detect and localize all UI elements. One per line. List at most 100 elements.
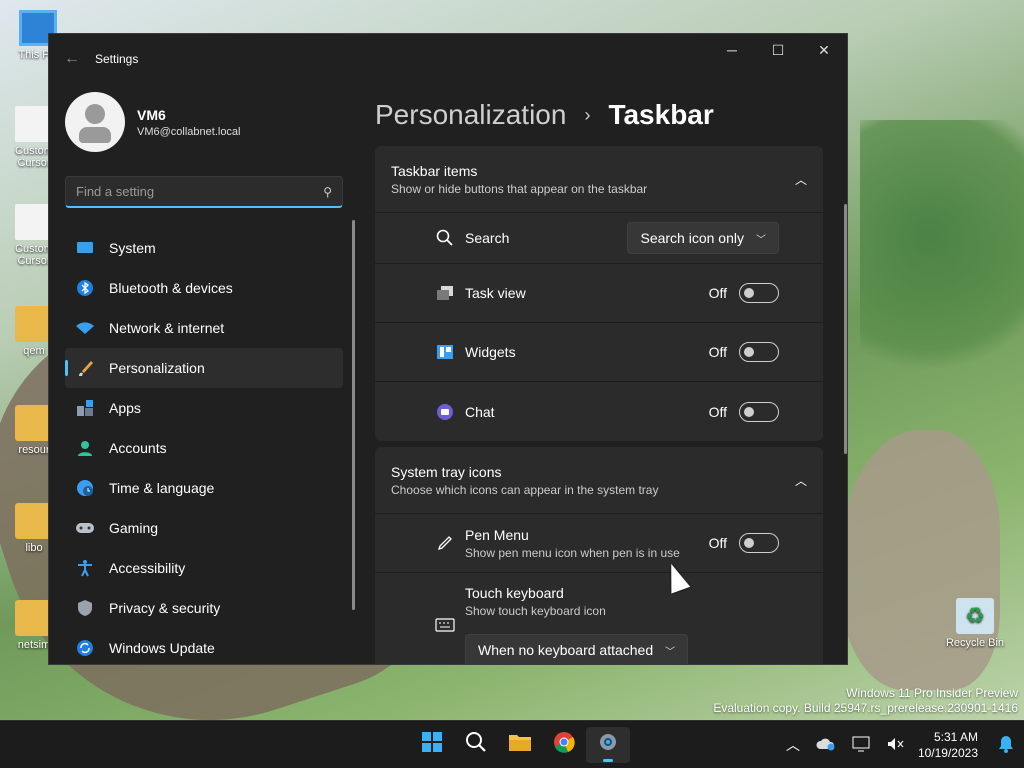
widgets-toggle[interactable] (739, 342, 779, 362)
file-explorer-button[interactable] (498, 727, 542, 763)
pen-icon (435, 533, 455, 553)
widgets-toggle-group: Off (709, 342, 779, 362)
sidebar-item-personalization[interactable]: Personalization (65, 348, 343, 388)
chevron-up-icon[interactable]: ︿ (795, 472, 807, 489)
toggle-state-text: Off (708, 344, 727, 360)
system-tray-section: System tray icons Choose which icons can… (375, 447, 823, 664)
section-title: System tray icons (391, 463, 502, 480)
start-button[interactable] (410, 727, 454, 763)
search-box: ⚲ (65, 176, 343, 208)
taskbar-items-section: Taskbar items Show or hide buttons that … (375, 146, 823, 441)
task-view-toggle[interactable] (739, 283, 779, 303)
chat-icon (435, 402, 455, 422)
system-tray: ︿ 5:31 AM 10/19/2023 (778, 721, 1014, 768)
search-input[interactable] (76, 184, 324, 199)
gamepad-icon (75, 518, 95, 538)
widgets-setting-row: Widgets Off (375, 323, 823, 382)
avatar (65, 92, 125, 152)
profile-name: VM6 (137, 106, 166, 123)
settings-button[interactable] (586, 727, 630, 763)
sidebar-item-windows-update[interactable]: Windows Update (65, 628, 343, 664)
chat-toggle[interactable] (739, 401, 779, 422)
pen-menu-toggle[interactable] (739, 533, 779, 553)
network-icon[interactable] (852, 736, 870, 755)
dropdown-value: Search icon only (640, 230, 744, 246)
task-view-setting-row: Task view Off (375, 264, 823, 323)
sidebar-item-network[interactable]: Network & internet (65, 308, 343, 348)
desktop-icon-label: libo (25, 542, 43, 554)
task-view-icon (435, 283, 455, 303)
breadcrumb-separator: › (584, 104, 591, 125)
sidebar-item-bluetooth[interactable]: Bluetooth & devices (65, 268, 343, 308)
watermark-line: Evaluation copy. Build 25947.rs_prerelea… (713, 701, 1018, 715)
back-arrow-icon[interactable]: ← (49, 50, 95, 68)
toggle-state-text: Off (708, 285, 727, 301)
touch-keyboard-dropdown[interactable]: When no keyboard attached ﹀ (465, 634, 689, 664)
sidebar-item-time-language[interactable]: Time & language (65, 468, 343, 508)
chevron-up-icon[interactable]: ︿ (795, 171, 807, 188)
profile-email: VM6@collabnet.local (137, 125, 241, 138)
bluetooth-icon (75, 278, 95, 298)
chrome-button[interactable] (542, 727, 586, 763)
person-icon (75, 438, 95, 458)
sidebar-item-label: Personalization (109, 360, 205, 376)
taskbar-items-header[interactable]: Taskbar items Show or hide buttons that … (375, 146, 823, 213)
accessibility-icon (75, 558, 95, 578)
breadcrumb-parent[interactable]: Personalization (375, 99, 566, 131)
pen-menu-description: Show pen menu icon when pen is in use (465, 545, 680, 560)
maximize-button[interactable]: ☐ (755, 34, 801, 66)
brush-icon (75, 358, 95, 378)
sidebar-item-label: Privacy & security (109, 600, 221, 616)
minimize-button[interactable]: ─ (709, 34, 755, 66)
search-icon[interactable]: ⚲ (323, 185, 332, 199)
touch-keyboard-setting-row: Touch keyboard Show touch keyboard icon … (375, 573, 823, 664)
sidebar-item-accessibility[interactable]: Accessibility (65, 548, 343, 588)
sidebar-item-label: Apps (109, 400, 141, 416)
close-button[interactable]: ✕ (801, 34, 847, 66)
chevron-down-icon: ﹀ (756, 234, 766, 246)
section-subtitle: Show or hide buttons that appear on the … (391, 181, 648, 196)
toggle-state-text: Off (708, 535, 727, 551)
system-tray-header[interactable]: System tray icons Choose which icons can… (375, 447, 823, 514)
onedrive-icon[interactable] (816, 737, 836, 754)
search-setting-row: Search Search icon only ﹀ (375, 213, 823, 264)
search-icon (435, 228, 455, 248)
page-title: Taskbar (608, 99, 714, 130)
globe-clock-icon (75, 478, 95, 498)
search-mode-dropdown[interactable]: Search icon only ﹀ (627, 222, 779, 254)
touch-keyboard-description: Show touch keyboard icon (465, 604, 606, 618)
search-button[interactable] (454, 727, 498, 763)
touch-keyboard-label: Touch keyboard (465, 585, 564, 601)
desktop-icon-label: resour (18, 444, 50, 456)
volume-muted-icon[interactable] (886, 736, 904, 755)
window-title: Settings (95, 52, 139, 66)
main-panel: Personalization › Taskbar Taskbar items … (375, 84, 847, 664)
desktop-icon-label: Recycle Bin (945, 637, 1005, 649)
recycle-bin-icon: ♻ (956, 598, 994, 634)
sidebar-item-label: System (109, 240, 156, 256)
search-label: Search (465, 230, 510, 246)
chat-toggle-group: Off (709, 401, 779, 422)
sidebar-item-label: Accounts (109, 440, 167, 456)
title-bar: ← Settings ─ ☐ ✕ (49, 34, 847, 84)
wifi-icon (75, 318, 95, 338)
clock[interactable]: 5:31 AM 10/19/2023 (918, 729, 978, 761)
chat-setting-row: Chat Off (375, 382, 823, 441)
watermark-line: Windows 11 Pro Insider Preview (846, 686, 1018, 700)
sidebar-item-system[interactable]: System (65, 228, 343, 268)
sidebar-item-label: Network & internet (109, 320, 225, 336)
clock-date: 10/19/2023 (917, 746, 978, 760)
sidebar-item-gaming[interactable]: Gaming (65, 508, 343, 548)
sidebar-item-privacy-security[interactable]: Privacy & security (65, 588, 343, 628)
desktop-icon-recycle-bin[interactable]: ♻ Recycle Bin (944, 598, 1006, 649)
main-scrollbar[interactable] (844, 204, 847, 454)
sidebar-scrollbar[interactable] (352, 220, 355, 610)
notification-bell-icon[interactable] (998, 735, 1014, 756)
taskbar-apps (410, 727, 630, 763)
desktop-icon-label: qem (23, 345, 45, 357)
sidebar-item-apps[interactable]: Apps (65, 388, 343, 428)
user-profile[interactable]: VM6 VM6@collabnet.local (49, 84, 359, 160)
chevron-up-icon[interactable]: ︿ (786, 735, 800, 755)
folder-icon (508, 732, 532, 758)
sidebar-item-accounts[interactable]: Accounts (65, 428, 343, 468)
